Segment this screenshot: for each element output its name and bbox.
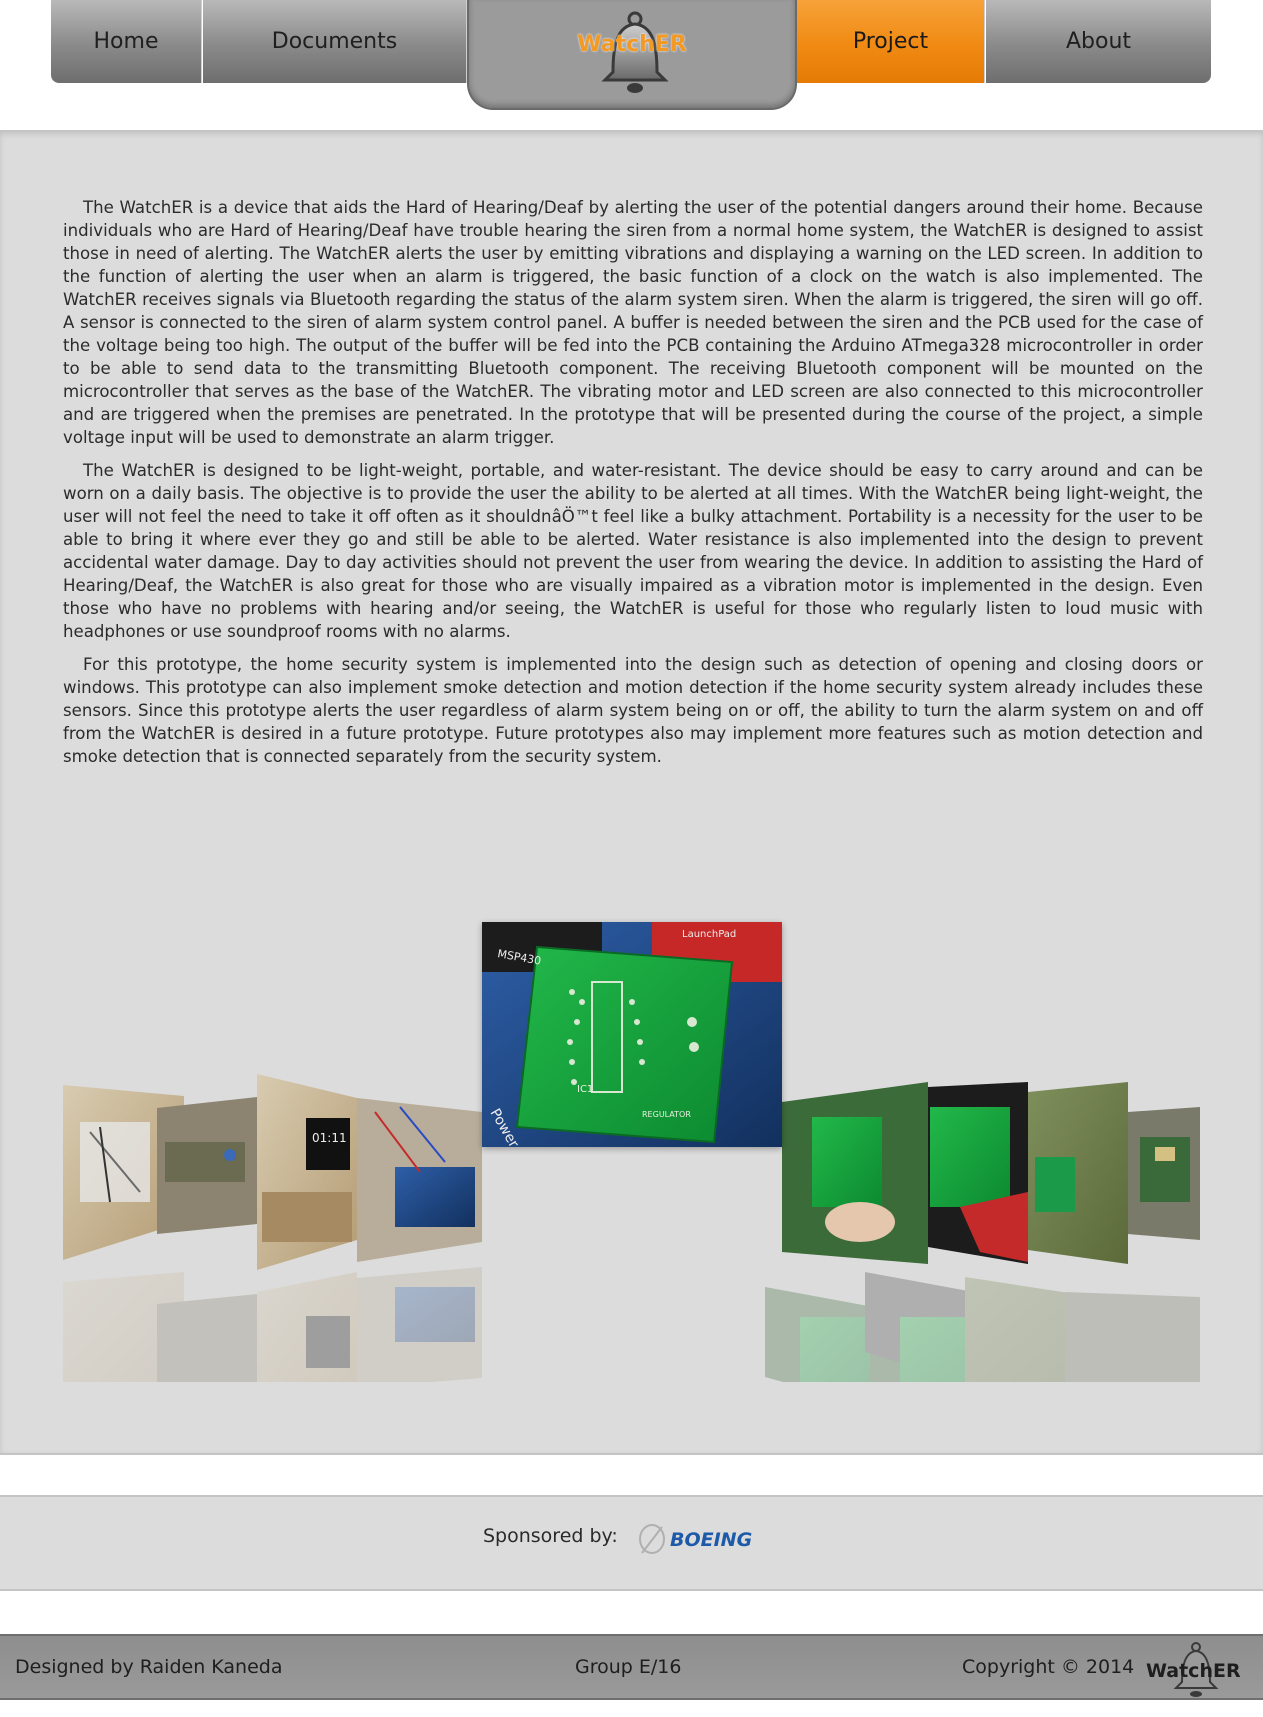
boeing-logo[interactable]: BOEING: [636, 1519, 781, 1559]
image-coverflow-gallery: 01:11 MSP430 IC1 REGULATOR LaunchPad Pow…: [0, 922, 1263, 1382]
pcb-photo: MSP430 IC1 REGULATOR LaunchPad Power: [482, 922, 782, 1151]
svg-text:01:11: 01:11: [312, 1131, 347, 1145]
footer-logo[interactable]: WatchER: [1144, 1640, 1248, 1700]
nav-about-link[interactable]: About: [986, 0, 1211, 83]
board-label: REGULATOR: [642, 1110, 691, 1119]
nav-project-label: Project: [852, 29, 929, 54]
gallery-thumb-left-3[interactable]: 01:11: [257, 1074, 357, 1270]
nav-logo-link[interactable]: WatchER: [467, 0, 797, 110]
footer-designer: Designed by Raiden Kaneda: [15, 1656, 283, 1678]
boeing-wordmark: BOEING: [670, 1529, 752, 1551]
gallery-featured-image[interactable]: MSP430 IC1 REGULATOR LaunchPad Power: [482, 922, 782, 1151]
nav-logo-text: WatchER: [577, 32, 687, 57]
gallery-thumb-right-2[interactable]: [928, 1082, 1028, 1264]
gallery-thumb-right-3[interactable]: [1028, 1082, 1128, 1264]
page-footer: Designed by Raiden Kaneda Group E/16 Cop…: [0, 1634, 1263, 1700]
nav-home-label: Home: [93, 29, 159, 54]
nav-documents-link[interactable]: Documents: [203, 0, 467, 83]
top-navigation: Home Documents WatchER Project About: [51, 0, 1211, 110]
project-description: The WatchER is a device that aids the Ha…: [63, 196, 1203, 778]
gallery-reflection-left: [63, 1267, 482, 1382]
description-paragraph: The WatchER is a device that aids the Ha…: [63, 198, 1203, 447]
gallery-thumb-left-4[interactable]: [357, 1098, 482, 1262]
description-paragraph: The WatchER is designed to be light-weig…: [63, 461, 1203, 641]
board-label: IC1: [577, 1084, 593, 1095]
description-paragraph: For this prototype, the home security sy…: [63, 655, 1203, 766]
board-label: LaunchPad: [682, 929, 736, 940]
sponsor-banner: Sponsored by: BOEING: [0, 1495, 1263, 1591]
gallery-reflection-right: [765, 1272, 1200, 1382]
sponsor-label: Sponsored by:: [483, 1525, 618, 1547]
gallery-thumb-left-2[interactable]: [157, 1097, 257, 1234]
gallery-thumb-right-1[interactable]: [782, 1082, 928, 1264]
footer-group: Group E/16: [575, 1656, 682, 1678]
main-content-panel: The WatchER is a device that aids the Ha…: [0, 130, 1263, 1455]
nav-home-link[interactable]: Home: [51, 0, 202, 83]
footer-copyright: Copyright © 2014: [962, 1656, 1135, 1678]
nav-documents-label: Documents: [271, 29, 398, 54]
footer-logo-text: WatchER: [1146, 1660, 1241, 1682]
gallery-thumb-right-4[interactable]: [1128, 1107, 1200, 1240]
nav-project-link[interactable]: Project: [797, 0, 985, 83]
nav-about-label: About: [1065, 29, 1132, 54]
